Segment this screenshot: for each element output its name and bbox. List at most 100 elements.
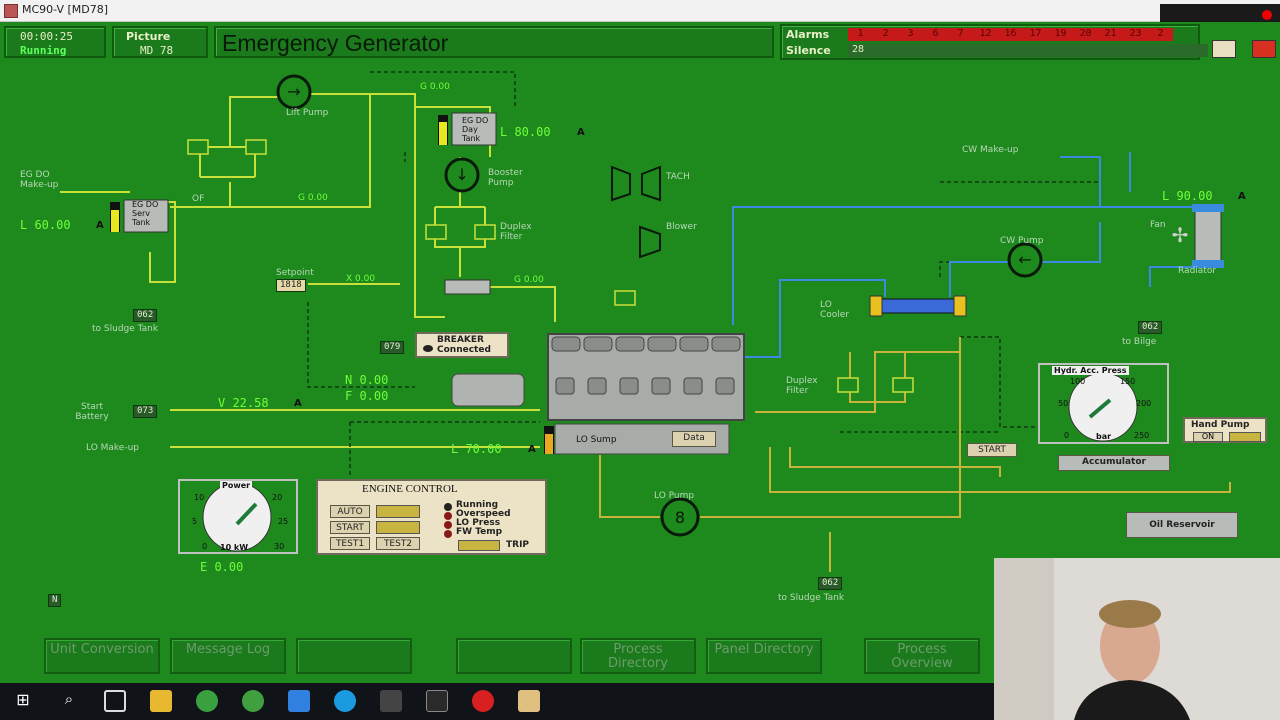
breaker-panel[interactable]: BREAKER Connected xyxy=(415,332,509,358)
alarm-number[interactable]: 21 xyxy=(1098,28,1123,41)
alarm-number[interactable]: 16 xyxy=(998,28,1023,41)
duplex-filter-2-label: Duplex Filter xyxy=(786,376,818,396)
sim-status: Running xyxy=(20,44,67,57)
radiator-label: Radiator xyxy=(1178,266,1217,276)
notepad-icon[interactable] xyxy=(1212,40,1236,58)
alarm-number[interactable]: 1 xyxy=(848,28,873,41)
hydr-tick-50: 50 xyxy=(1058,399,1069,408)
cw-makeup-label: CW Make-up xyxy=(962,145,1019,155)
radiator[interactable] xyxy=(1194,207,1222,265)
lo-makeup-label: LO Make-up xyxy=(86,443,140,453)
hand-pump-panel[interactable]: Hand Pump ON xyxy=(1183,417,1267,443)
lo-cooler[interactable] xyxy=(877,298,959,314)
generator[interactable] xyxy=(451,373,525,407)
battery-alarm-flag: A xyxy=(294,398,302,409)
file-explorer-icon[interactable] xyxy=(150,690,172,712)
start-menu-icon[interactable]: ⊞ xyxy=(12,690,34,712)
alarm-number[interactable]: 23 xyxy=(1123,28,1148,41)
to-sludge-2-label: to Sludge Tank xyxy=(778,593,845,603)
g-governor-value: G 0.00 xyxy=(514,275,544,285)
lo-sump-data-button[interactable]: Data xyxy=(672,431,716,447)
nav-blank-button-1[interactable] xyxy=(296,638,412,674)
overflow-label: OF xyxy=(192,194,205,204)
hydr-acc-unit: bar xyxy=(1096,432,1112,441)
setpoint-label: Setpoint xyxy=(276,268,314,278)
accumulator[interactable]: Accumulator xyxy=(1058,455,1170,471)
alarm-ack-icon[interactable] xyxy=(1252,40,1276,58)
record-app-icon[interactable] xyxy=(472,690,494,712)
hydr-tick-150: 150 xyxy=(1120,377,1136,386)
hand-pump-on-button[interactable]: ON xyxy=(1193,432,1223,442)
alarm-number[interactable]: 12 xyxy=(973,28,998,41)
engine-start-button[interactable]: START xyxy=(330,521,370,534)
duplex-filter-1-label: Duplex Filter xyxy=(500,222,532,242)
power-gauge-panel: Power 10 kW 0 5 10 20 25 30 xyxy=(178,479,298,554)
alarm-box[interactable]: Alarms Silence 1 2 3 6 7 12 16 17 19 20 21 23 2 28 xyxy=(780,24,1208,60)
power-tick-5: 5 xyxy=(192,517,198,526)
blower-symbol xyxy=(639,225,661,259)
n-value: N 0.00 xyxy=(345,373,389,387)
breaker-title: BREAKER xyxy=(437,335,484,345)
svg-text:8: 8 xyxy=(675,508,685,527)
power-tick-20: 20 xyxy=(272,493,283,502)
panel-directory-button[interactable]: Panel Directory xyxy=(706,638,822,674)
to-bilge-label: to Bilge xyxy=(1122,337,1157,347)
turbo-compressor xyxy=(611,165,631,202)
process-overview-button[interactable]: Process Overview xyxy=(864,638,980,674)
day-tank-alarm-flag: A xyxy=(577,127,585,138)
alarms-label: Alarms xyxy=(786,28,830,41)
sludge-tag-1[interactable]: 062 xyxy=(133,309,158,322)
page-title: Emergency Generator xyxy=(222,30,449,56)
alarm-number[interactable]: 2 xyxy=(1148,28,1173,41)
test1-button[interactable]: TEST1 xyxy=(330,537,370,550)
app-icon xyxy=(4,4,18,18)
keyboard-app-icon[interactable] xyxy=(426,690,448,712)
tag-073[interactable]: 073 xyxy=(133,405,158,418)
breaker-indicator xyxy=(423,345,433,352)
lo-pump-label: LO Pump xyxy=(654,491,695,501)
tag-079[interactable]: 079 xyxy=(380,341,405,354)
fan-label: Fan xyxy=(1150,220,1166,230)
sludge-tag-2[interactable]: 062 xyxy=(818,577,843,590)
camtasia-icon[interactable] xyxy=(242,690,264,712)
f-value: F 0.00 xyxy=(345,389,389,403)
chrome-icon[interactable] xyxy=(196,690,218,712)
process-directory-button[interactable]: Process Directory xyxy=(580,638,696,674)
oil-reservoir[interactable]: Oil Reservoir xyxy=(1126,512,1238,538)
task-view-icon[interactable] xyxy=(104,690,126,712)
overspeed-lamp xyxy=(444,512,452,520)
serv-tank-alarm-flag: A xyxy=(96,220,104,231)
bilge-tag[interactable]: 062 xyxy=(1138,321,1163,334)
lightroom-icon[interactable] xyxy=(380,690,402,712)
unit-conversion-button[interactable]: Unit Conversion xyxy=(44,638,160,674)
cooling-water-pipes xyxy=(732,152,1201,358)
alarm-number[interactable]: 2 xyxy=(873,28,898,41)
test2-button[interactable]: TEST2 xyxy=(376,537,420,550)
lo-cooler-label: LO Cooler xyxy=(820,300,850,320)
alarm-number[interactable]: 6 xyxy=(923,28,948,41)
n-toggle[interactable]: N xyxy=(48,594,62,607)
alarm-number[interactable]: 17 xyxy=(1023,28,1048,41)
governor-actuator[interactable] xyxy=(444,279,491,295)
alarm-number[interactable]: 3 xyxy=(898,28,923,41)
search-icon[interactable]: ⌕ xyxy=(58,690,80,712)
record-icon[interactable] xyxy=(1262,10,1272,20)
x-value: X 0.00 xyxy=(346,274,376,284)
power-unit: 10 kW xyxy=(220,543,249,552)
blower-label: Blower xyxy=(666,222,697,232)
alarm-number[interactable]: 20 xyxy=(1073,28,1098,41)
auto-button[interactable]: AUTO xyxy=(330,505,370,518)
nav-blank-button-2[interactable] xyxy=(456,638,572,674)
hydraulic-start-button[interactable]: START xyxy=(967,443,1017,457)
alarm-list[interactable]: 1 2 3 6 7 12 16 17 19 20 21 23 2 xyxy=(848,28,1173,41)
alarm-number[interactable]: 7 xyxy=(948,28,973,41)
fan-icon[interactable]: ✢ xyxy=(1172,223,1189,247)
skype-icon[interactable] xyxy=(334,690,356,712)
setpoint-value[interactable]: 1818 xyxy=(276,279,306,292)
app-blue-icon[interactable] xyxy=(288,690,310,712)
alarm-number[interactable]: 19 xyxy=(1048,28,1073,41)
mc90-app-icon[interactable] xyxy=(518,690,540,712)
to-sludge-1-label: to Sludge Tank xyxy=(92,324,159,334)
picture-box[interactable]: Picture MD 78 xyxy=(112,26,208,58)
message-log-button[interactable]: Message Log xyxy=(170,638,286,674)
